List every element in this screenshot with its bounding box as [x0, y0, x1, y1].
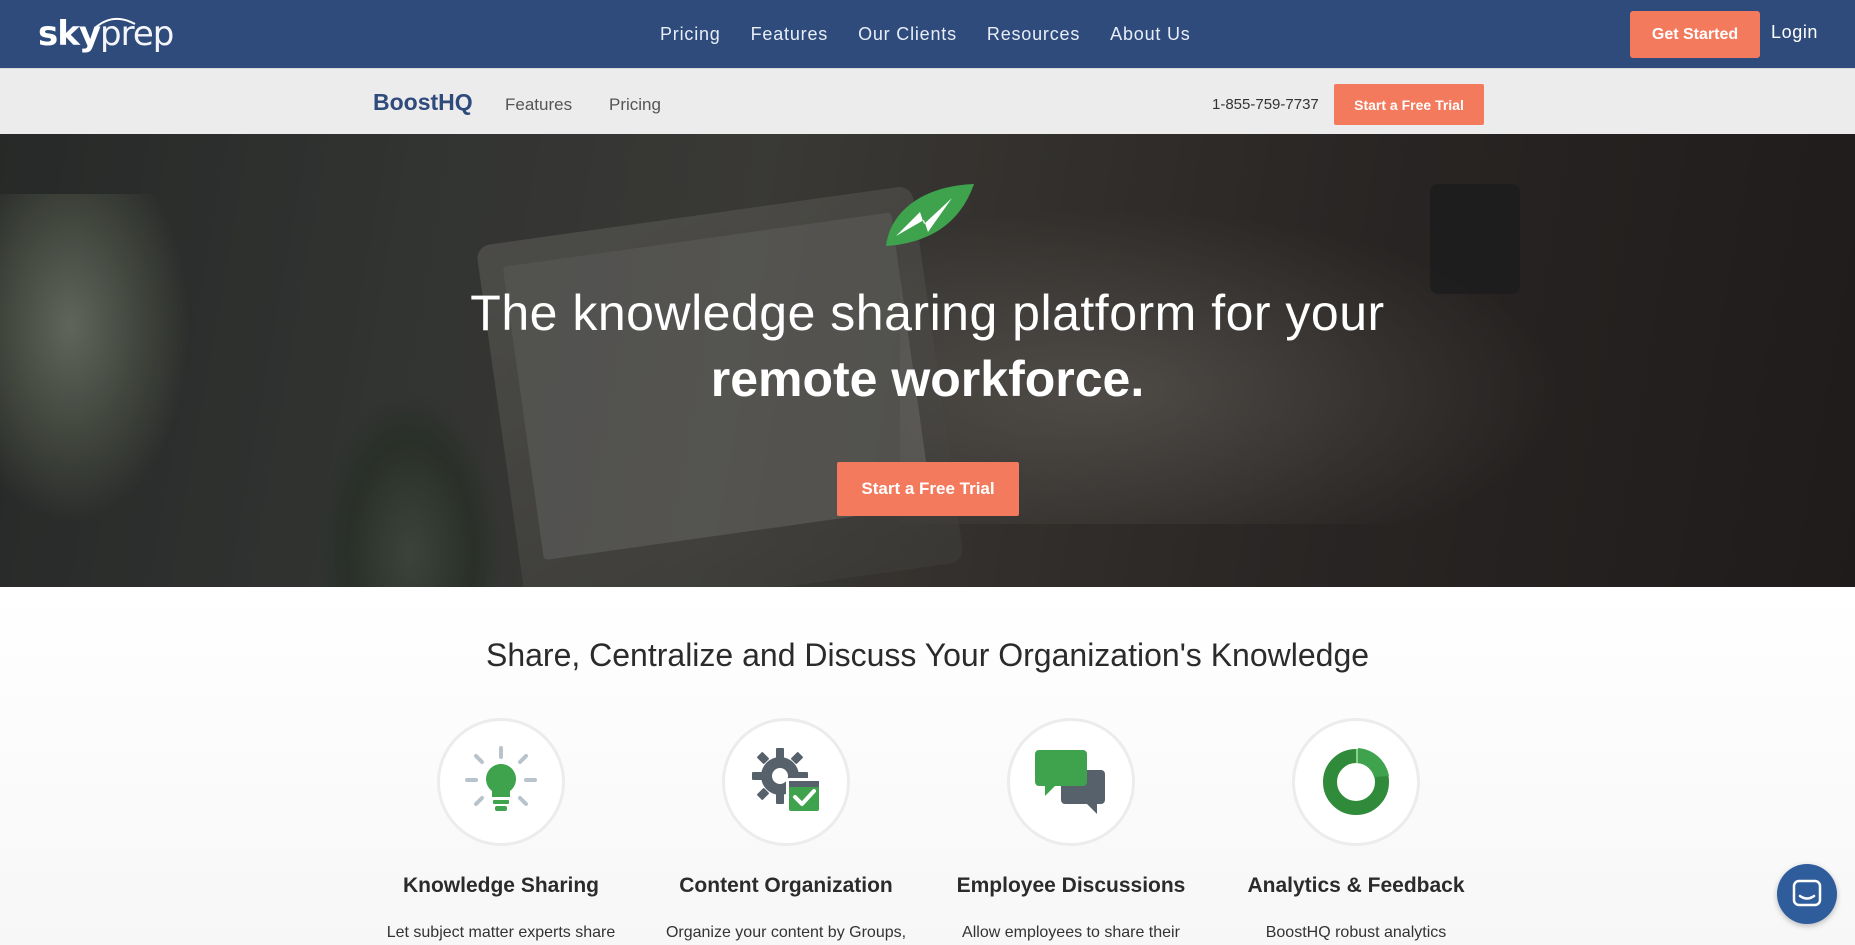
menu-item-about-us[interactable]: About Us [1110, 24, 1190, 45]
feature-title: Analytics & Feedback [1247, 874, 1465, 897]
feature-description: Let subject matter experts share [386, 924, 616, 941]
top-navbar: sky prep Pricing Features Our Clients Res… [0, 0, 1855, 68]
hero-headline-line2: remote workforce. [710, 351, 1145, 407]
feature-title: Employee Discussions [956, 874, 1186, 897]
section-title: Share, Centralize and Discuss Your Organ… [485, 637, 1370, 673]
subnav-free-trial-button[interactable]: Start a Free Trial [1334, 84, 1484, 125]
features-section: Share, Centralize and Discuss Your Organ… [0, 587, 1855, 945]
main-menu: Pricing Features Our Clients Resources A… [660, 0, 1191, 68]
feature-description: Allow employees to share their [962, 924, 1180, 941]
hero-banner: The knowledge sharing platform for your … [0, 134, 1855, 587]
feature-employee-discussions: Employee Discussions Allow employees to … [941, 718, 1201, 942]
logo-text-sky: sky [38, 14, 101, 54]
menu-item-our-clients[interactable]: Our Clients [858, 24, 957, 45]
menu-item-pricing[interactable]: Pricing [660, 24, 721, 45]
logo-swoosh-icon [94, 17, 136, 29]
feature-title: Content Organization [679, 874, 893, 897]
boosthq-brand[interactable]: BoostHQ [373, 89, 473, 116]
feature-knowledge-sharing: Knowledge Sharing Let subject matter exp… [371, 718, 631, 942]
menu-item-features[interactable]: Features [751, 24, 828, 45]
boosthq-leaf-icon [886, 184, 974, 246]
skyprep-logo[interactable]: sky prep [38, 14, 174, 54]
chat-bubbles-icon [1035, 750, 1105, 814]
get-started-button[interactable]: Get Started [1630, 11, 1760, 58]
hero-free-trial-button[interactable]: Start a Free Trial [837, 462, 1019, 516]
hero-headline: The knowledge sharing platform for your … [0, 280, 1855, 412]
subnav-features-link[interactable]: Features [505, 95, 572, 115]
feature-analytics-feedback: Analytics & Feedback BoostHQ robust anal… [1226, 718, 1486, 942]
hero-headline-line1: The knowledge sharing platform for your [470, 285, 1385, 341]
menu-item-resources[interactable]: Resources [987, 24, 1080, 45]
feature-content-organization: Content Organization Organize your conte… [656, 718, 916, 942]
chat-icon [1792, 879, 1822, 907]
feature-description: Organize your content by Groups, [665, 924, 907, 941]
login-link[interactable]: Login [1771, 22, 1818, 43]
feature-title: Knowledge Sharing [402, 874, 599, 897]
gear-check-icon [752, 748, 820, 812]
donut-chart-icon [1323, 748, 1389, 815]
feature-description: BoostHQ robust analytics [1265, 924, 1447, 941]
subnav-pricing-link[interactable]: Pricing [609, 95, 661, 115]
product-subnav: BoostHQ Features Pricing 1-855-759-7737 … [0, 68, 1855, 134]
chat-widget-button[interactable] [1777, 864, 1837, 924]
lightbulb-icon [465, 746, 537, 811]
phone-number[interactable]: 1-855-759-7737 [1212, 96, 1319, 113]
